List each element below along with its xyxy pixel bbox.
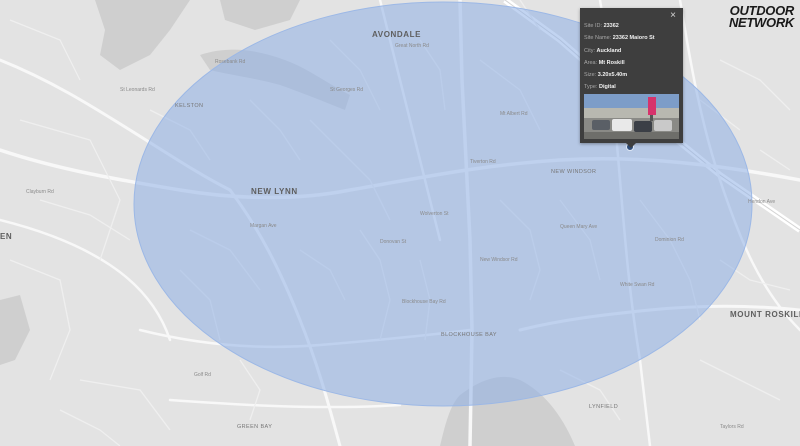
close-icon[interactable]: ×	[668, 11, 678, 21]
suburb-label-avondale: AVONDALE	[372, 30, 422, 39]
street-label: Blockhouse Bay Rd	[402, 299, 446, 305]
size-row: Size: 3.20x5.40m	[584, 72, 628, 79]
site-info-popup: × Site ID: 23362 Site Name: 23362 Maioro…	[580, 8, 683, 148]
suburb-label-kelston: KELSTON	[175, 103, 204, 109]
outdoor-network-logo: OUTDOOR NETWORK	[728, 4, 794, 30]
street-label: Clayburn Rd	[26, 189, 54, 195]
suburb-label-green-bay: GREEN BAY	[237, 424, 273, 430]
area-row: Area: Mt Roskill	[584, 59, 625, 66]
street-label: St Georges Rd	[330, 87, 364, 93]
street-label: Margan Ave	[250, 223, 277, 229]
logo-line-2: NETWORK	[728, 14, 794, 30]
street-label: Queen Mary Ave	[560, 224, 598, 230]
suburb-label-mount-roskill: MOUNT ROSKILL	[730, 310, 800, 319]
street-label: Wolverton St	[420, 211, 449, 217]
street-label: Hendon Ave	[748, 199, 776, 205]
street-label: New Windsor Rd	[480, 257, 518, 263]
site-id-row: Site ID: 23362	[584, 23, 619, 29]
suburb-label-edge: EN	[0, 232, 13, 241]
city-row: City: Auckland	[584, 47, 622, 54]
street-label: Golf Rd	[194, 372, 211, 378]
suburb-label-new-windsor: NEW WINDSOR	[551, 169, 597, 175]
street-label: Donovan St	[380, 239, 407, 245]
site-photo[interactable]	[584, 94, 679, 139]
street-label: Dominion Rd	[655, 237, 684, 243]
popup-pointer	[626, 143, 636, 148]
suburb-label-new-lynn: NEW LYNN	[251, 187, 298, 196]
street-label: White Swan Rd	[620, 282, 655, 288]
street-label: Rosebank Rd	[215, 59, 246, 65]
street-label: Tiverton Rd	[470, 159, 496, 165]
site-name-row: Site Name: 23362 Maioro St	[584, 35, 655, 42]
suburb-label-lynfield: LYNFIELD	[589, 404, 619, 410]
street-label: Taylors Rd	[720, 424, 744, 430]
street-label: Great North Rd	[395, 43, 429, 49]
street-label: St Leonards Rd	[120, 87, 155, 93]
site-photo-image	[584, 94, 679, 139]
suburb-label-blockhouse-bay: BLOCKHOUSE BAY	[441, 332, 497, 338]
site-info-rows: Site ID: 23362 Site Name: 23362 Maioro S…	[584, 23, 679, 97]
street-label: Mt Albert Rd	[500, 111, 528, 117]
map-view[interactable]: AVONDALE NEW LYNN MOUNT ROSKILL BLOCKHOU…	[0, 0, 800, 446]
